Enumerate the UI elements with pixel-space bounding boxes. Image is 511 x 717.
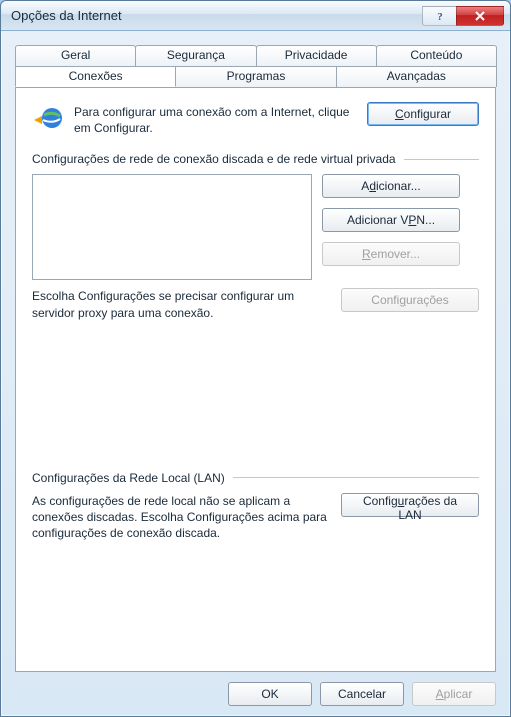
lan-settings-button[interactable]: Configurações da LAN bbox=[341, 493, 479, 517]
cancel-button[interactable]: Cancelar bbox=[320, 682, 404, 706]
titlebar: Opções da Internet ? bbox=[1, 1, 510, 31]
tab-panel-connections: Para configurar uma conexão com a Intern… bbox=[15, 87, 496, 672]
tabs-row-2: Conexões Programas Avançadas bbox=[15, 66, 496, 87]
dialup-section-title: Configurações de rede de conexão discada… bbox=[32, 152, 396, 166]
proxy-row: Escolha Configurações se precisar config… bbox=[32, 288, 479, 320]
add-vpn-button-label: Adicionar VPN... bbox=[347, 213, 435, 227]
lan-text: As configurações de rede local não se ap… bbox=[32, 493, 331, 542]
apply-button-label: Aplicar bbox=[436, 687, 473, 701]
dialup-section-header: Configurações de rede de conexão discada… bbox=[32, 152, 479, 166]
settings-button-label: Configurações bbox=[371, 293, 448, 307]
lan-section-title: Configurações da Rede Local (LAN) bbox=[32, 471, 225, 485]
apply-button: Aplicar bbox=[412, 682, 496, 706]
divider bbox=[404, 159, 479, 160]
dialup-button-stack: Adicionar... Adicionar VPN... Remover... bbox=[322, 174, 460, 266]
svg-text:?: ? bbox=[437, 11, 443, 22]
add-button-label: Adicionar... bbox=[361, 179, 420, 193]
connections-listbox[interactable] bbox=[32, 174, 312, 280]
tab-connections[interactable]: Conexões bbox=[15, 66, 176, 87]
tab-security[interactable]: Segurança bbox=[135, 45, 256, 66]
tab-privacy[interactable]: Privacidade bbox=[256, 45, 377, 66]
configure-button-label: Configurar bbox=[395, 107, 451, 121]
client-area: Geral Segurança Privacidade Conteúdo Con… bbox=[1, 31, 510, 716]
dialup-area: Adicionar... Adicionar VPN... Remover... bbox=[32, 174, 479, 280]
setup-icon bbox=[32, 102, 64, 134]
lan-row: As configurações de rede local não se ap… bbox=[32, 493, 479, 542]
dialog-buttons: OK Cancelar Aplicar bbox=[15, 672, 496, 706]
tab-general[interactable]: Geral bbox=[15, 45, 136, 66]
divider bbox=[233, 477, 479, 478]
lan-settings-button-label: Configurações da LAN bbox=[363, 494, 457, 522]
lan-section: Configurações da Rede Local (LAN) As con… bbox=[32, 471, 479, 542]
proxy-text: Escolha Configurações se precisar config… bbox=[32, 288, 331, 320]
remove-button-label: Remover... bbox=[362, 247, 420, 261]
window-title: Opções da Internet bbox=[11, 8, 422, 23]
intro-row: Para configurar uma conexão com a Intern… bbox=[32, 102, 479, 136]
help-button[interactable]: ? bbox=[422, 6, 456, 26]
add-button[interactable]: Adicionar... bbox=[322, 174, 460, 198]
intro-text: Para configurar uma conexão com a Intern… bbox=[74, 102, 357, 136]
tabs-row-1: Geral Segurança Privacidade Conteúdo bbox=[15, 45, 496, 66]
configure-button[interactable]: Configurar bbox=[367, 102, 479, 126]
lan-section-header: Configurações da Rede Local (LAN) bbox=[32, 471, 479, 485]
internet-options-window: Opções da Internet ? Geral Segurança Pri… bbox=[0, 0, 511, 717]
lan-btn-stack: Configurações da LAN bbox=[341, 493, 479, 517]
tab-programs[interactable]: Programas bbox=[175, 66, 336, 87]
remove-button: Remover... bbox=[322, 242, 460, 266]
add-vpn-button[interactable]: Adicionar VPN... bbox=[322, 208, 460, 232]
tab-content[interactable]: Conteúdo bbox=[376, 45, 497, 66]
proxy-btn-stack: Configurações bbox=[341, 288, 479, 312]
tab-advanced[interactable]: Avançadas bbox=[336, 66, 497, 87]
help-icon: ? bbox=[434, 10, 446, 22]
close-icon bbox=[474, 10, 486, 22]
ok-button[interactable]: OK bbox=[228, 682, 312, 706]
settings-button: Configurações bbox=[341, 288, 479, 312]
title-buttons: ? bbox=[422, 6, 504, 26]
close-button[interactable] bbox=[456, 6, 504, 26]
